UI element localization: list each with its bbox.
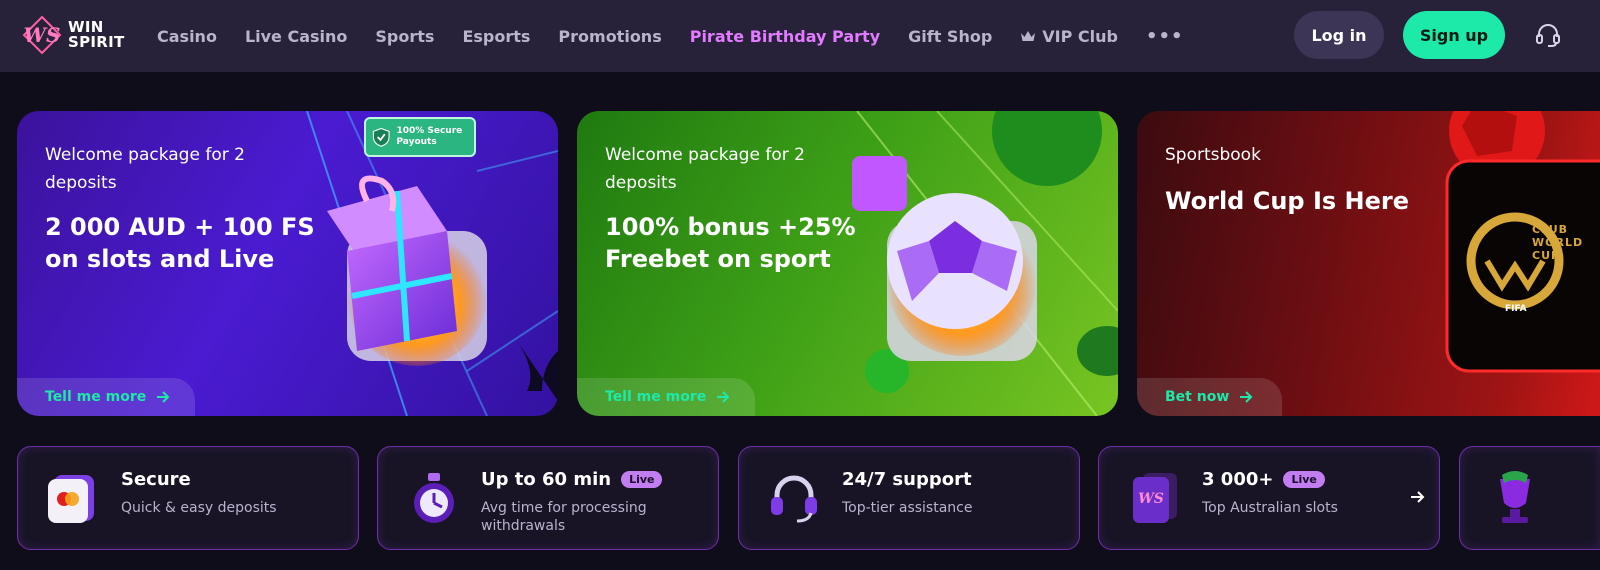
live-badge: Live (1283, 471, 1325, 488)
feature-desc: Quick & easy deposits (121, 500, 277, 516)
arrow-right-icon (717, 391, 730, 403)
secure-payouts-badge: 100% Secure Payouts (364, 117, 476, 157)
logo-mark-icon: WS (22, 15, 62, 55)
login-button[interactable]: Log in (1294, 11, 1384, 59)
feature-desc: Top Australian slots (1202, 500, 1338, 516)
svg-text:WS: WS (1138, 491, 1164, 507)
bet-now-button[interactable]: Bet now (1137, 378, 1282, 416)
promo-card-casino[interactable]: 100% Secure Payouts Welcome package for … (17, 111, 558, 416)
feature-title: Secure (121, 469, 191, 490)
slots-icon: WS (1133, 473, 1177, 523)
promo-label: Sportsbook (1165, 145, 1261, 165)
nav-casino[interactable]: Casino (157, 27, 217, 46)
promo-label: Welcome package for 2 deposits (605, 145, 805, 193)
stopwatch-icon (414, 473, 454, 523)
feature-title: 24/7 support (842, 469, 972, 490)
promo-card-sport[interactable]: Welcome package for 2 deposits 100% bonu… (577, 111, 1118, 416)
main-nav: Casino Live Casino Sports Esports Promot… (157, 0, 1184, 72)
promo-label: Welcome package for 2 deposits (45, 145, 245, 193)
arrow-right-icon (1240, 391, 1253, 403)
feature-card-support: 24/7 support Top-tier assistance (738, 446, 1080, 550)
promo-title: 2 000 AUD + 100 FS on slots and Live (45, 213, 315, 273)
nav-pirate-birthday-party[interactable]: Pirate Birthday Party (690, 27, 880, 46)
world-cup-art-text: CLUB WORLD CUP (1532, 223, 1584, 262)
feature-desc: Avg time for processing withdrawals (481, 500, 647, 534)
feature-card-slots[interactable]: WS 3 000+ Live Top Australian slots (1098, 446, 1440, 550)
tell-me-more-button[interactable]: Tell me more (577, 378, 755, 416)
nav-vip-club[interactable]: VIP Club (1020, 27, 1118, 46)
feature-card-secure: Secure Quick & easy deposits (17, 446, 359, 550)
fifa-text: FIFA (1505, 304, 1527, 314)
feature-card-partial (1459, 446, 1600, 550)
shield-icon (372, 127, 390, 147)
cta-label: Bet now (1165, 389, 1230, 405)
svg-text:WS: WS (24, 23, 61, 47)
top-header: WS WIN SPIRIT Casino Live Casino Sports … (0, 0, 1600, 72)
logo-line2: SPIRIT (68, 33, 125, 51)
promo-title: 100% bonus +25% Freebet on sport (605, 213, 856, 273)
signup-button[interactable]: Sign up (1403, 11, 1505, 59)
feature-card-withdrawals: Up to 60 min Live Avg time for processin… (377, 446, 719, 550)
promo-card-sportsbook[interactable]: CLUB WORLD CUP FIFA Sportsbook World Cup… (1137, 111, 1600, 416)
more-menu-icon[interactable]: ••• (1146, 26, 1184, 47)
feature-title: 3 000+ (1202, 469, 1274, 490)
nav-sports[interactable]: Sports (375, 27, 434, 46)
cta-label: Tell me more (45, 389, 147, 405)
logo[interactable]: WS WIN SPIRIT (22, 14, 132, 56)
card-icon (48, 475, 94, 523)
live-badge: Live (621, 471, 663, 488)
nav-live-casino[interactable]: Live Casino (245, 27, 347, 46)
promo-title: World Cup Is Here (1165, 187, 1409, 215)
arrow-right-icon (157, 391, 170, 403)
crown-icon (1021, 31, 1036, 41)
cta-label: Tell me more (605, 389, 707, 405)
trophy-icon (1500, 471, 1530, 523)
feature-desc: Top-tier assistance (842, 500, 973, 516)
headset-icon (771, 475, 817, 523)
nav-gift-shop[interactable]: Gift Shop (908, 27, 992, 46)
nav-promotions[interactable]: Promotions (558, 27, 661, 46)
tell-me-more-button[interactable]: Tell me more (17, 378, 195, 416)
headset-icon[interactable] (1535, 22, 1561, 48)
arrow-right-icon[interactable] (1409, 489, 1425, 505)
feature-title: Up to 60 min (481, 469, 612, 490)
nav-esports[interactable]: Esports (462, 27, 530, 46)
nav-vip-club-label: VIP Club (1042, 26, 1118, 46)
secure-payouts-text: 100% Secure Payouts (396, 126, 463, 147)
world-cup-art (1445, 111, 1600, 373)
